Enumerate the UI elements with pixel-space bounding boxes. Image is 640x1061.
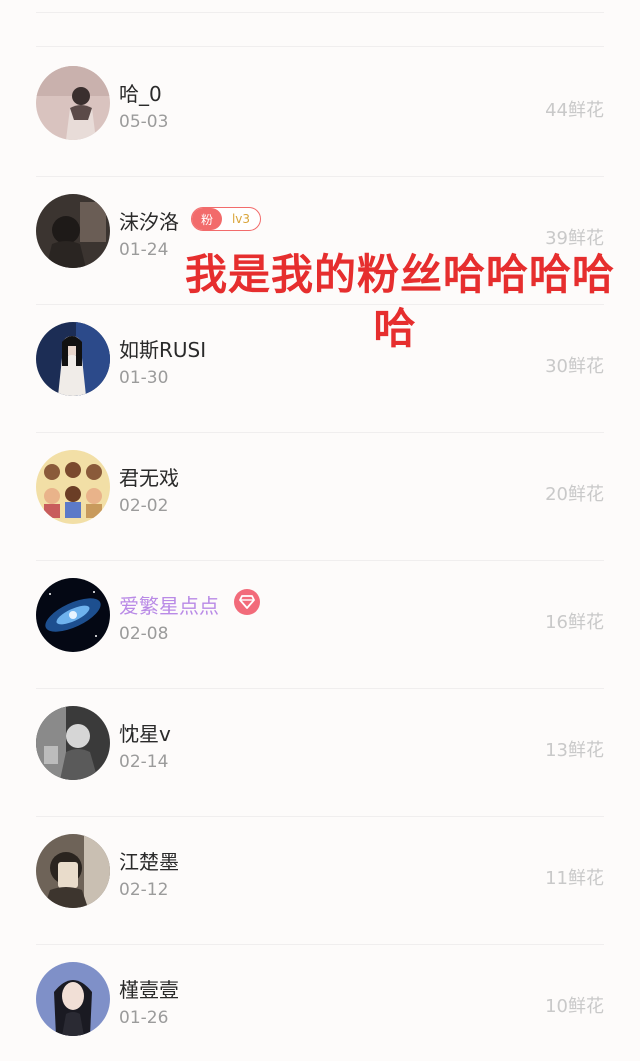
user-avatar[interactable] bbox=[36, 322, 110, 396]
date: 02-08 bbox=[119, 624, 169, 644]
list-item[interactable]: 君无戏 02-02 20鲜花 bbox=[0, 432, 640, 560]
date: 05-03 bbox=[119, 112, 169, 132]
date: 01-26 bbox=[119, 1008, 169, 1028]
fan-label: 粉 bbox=[192, 208, 222, 230]
list-item[interactable]: 槿壹壹 01-26 10鲜花 bbox=[0, 944, 640, 1061]
user-name[interactable]: 君无戏 bbox=[119, 462, 179, 491]
date: 01-24 bbox=[119, 240, 169, 260]
user-avatar[interactable] bbox=[36, 194, 110, 268]
list-item[interactable]: 忱星v 02-14 13鲜花 bbox=[0, 688, 640, 816]
date: 02-12 bbox=[119, 880, 169, 900]
level-label: lv3 bbox=[231, 212, 251, 226]
date: 01-30 bbox=[119, 368, 169, 388]
user-name[interactable]: 哈_0 bbox=[119, 78, 162, 107]
user-avatar[interactable] bbox=[36, 706, 110, 780]
user-name[interactable]: 爱繁星点点 bbox=[119, 590, 219, 619]
flower-count: 13鲜花 bbox=[545, 740, 604, 761]
fans-flower-ranking-list: 哈_0 05-03 44鲜花 沫汐洛 粉 lv3 01-24 39鲜花 如斯RU… bbox=[0, 0, 640, 1061]
flower-count: 10鲜花 bbox=[545, 996, 604, 1017]
overlay-caption-line1: 我是我的粉丝哈哈哈哈 bbox=[184, 250, 615, 299]
user-avatar[interactable] bbox=[36, 962, 110, 1036]
user-avatar[interactable] bbox=[36, 578, 110, 652]
divider bbox=[36, 46, 604, 47]
list-item[interactable]: 哈_0 05-03 44鲜花 bbox=[0, 48, 640, 176]
user-avatar[interactable] bbox=[36, 834, 110, 908]
date: 02-14 bbox=[119, 752, 169, 772]
user-name[interactable]: 沫汐洛 bbox=[119, 206, 179, 235]
overlay-caption: 我是我的粉丝哈哈哈哈 哈 bbox=[170, 248, 630, 356]
user-name[interactable]: 江楚墨 bbox=[119, 846, 179, 875]
list-item[interactable]: 江楚墨 02-12 11鲜花 bbox=[0, 816, 640, 944]
flower-count: 39鲜花 bbox=[545, 228, 604, 249]
list-item[interactable]: 爱繁星点点 02-08 16鲜花 bbox=[0, 560, 640, 688]
overlay-caption-line2: 哈 bbox=[373, 304, 417, 353]
user-avatar[interactable] bbox=[36, 66, 110, 140]
diamond-icon bbox=[234, 589, 260, 615]
flower-count: 20鲜花 bbox=[545, 484, 604, 505]
flower-count: 44鲜花 bbox=[545, 100, 604, 121]
flower-count: 16鲜花 bbox=[545, 612, 604, 633]
date: 02-02 bbox=[119, 496, 169, 516]
divider bbox=[36, 12, 604, 13]
user-avatar[interactable] bbox=[36, 450, 110, 524]
user-name[interactable]: 槿壹壹 bbox=[119, 974, 179, 1003]
fan-level-badge: 粉 lv3 bbox=[191, 207, 261, 231]
flower-count: 11鲜花 bbox=[545, 868, 604, 889]
user-name[interactable]: 忱星v bbox=[119, 718, 171, 747]
